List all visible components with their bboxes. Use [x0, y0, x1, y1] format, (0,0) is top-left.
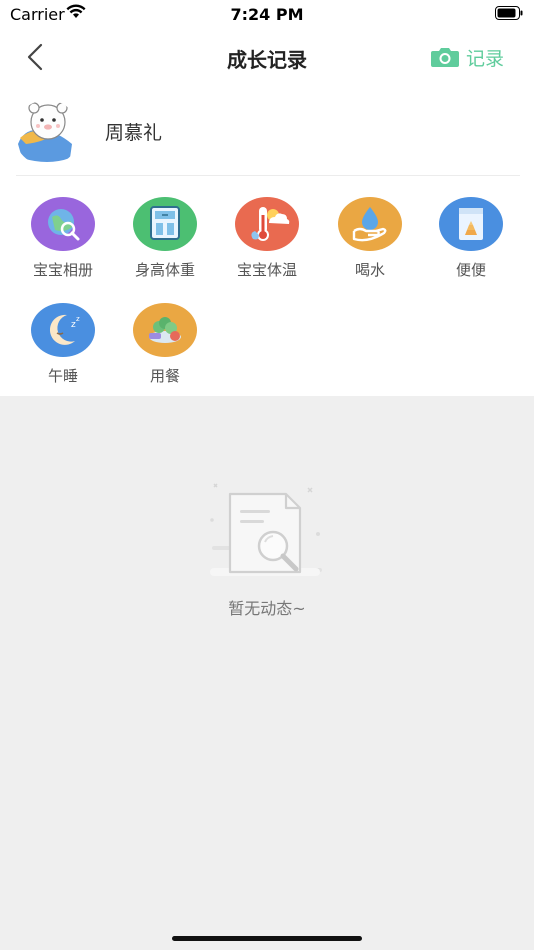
grid-item-height-weight[interactable]: 身高体重: [115, 197, 215, 297]
camera-icon: [431, 48, 459, 67]
navigation-bar: 成长记录 记录: [0, 30, 534, 84]
grid-item-nap[interactable]: z z 午睡: [13, 303, 113, 403]
empty-state-illustration: [200, 476, 330, 586]
document-search-icon: [210, 483, 322, 576]
clock: 7:24 PM: [230, 5, 304, 24]
grid-item-temperature[interactable]: 宝宝体温: [217, 197, 317, 297]
grid-label-height-weight: 身高体重: [134, 261, 195, 279]
record-label: 记录: [466, 47, 505, 70]
chevron-left-icon: [27, 43, 43, 71]
battery-icon: [495, 6, 523, 20]
svg-text:z: z: [76, 315, 80, 323]
moon-icon: z z: [31, 303, 95, 357]
child-profile[interactable]: 周慕礼: [0, 92, 534, 172]
grid-item-drink-water[interactable]: 喝水: [320, 197, 420, 297]
scale-icon: [133, 197, 197, 251]
grid-label-temperature: 宝宝体温: [236, 261, 297, 279]
grid-label-drink-water: 喝水: [354, 261, 385, 279]
grid-item-meal[interactable]: 用餐: [115, 303, 215, 403]
grid-label-potty: 便便: [455, 261, 486, 279]
bear-avatar-icon: [14, 100, 80, 166]
child-name: 周慕礼: [105, 122, 163, 144]
back-button[interactable]: [18, 40, 54, 76]
grid-label-nap: 午睡: [47, 367, 78, 385]
meal-icon: [133, 303, 197, 357]
empty-state-text: 暂无动态~: [228, 599, 306, 618]
home-indicator[interactable]: [172, 936, 362, 941]
divider: [16, 175, 520, 176]
avatar[interactable]: [14, 100, 80, 166]
status-bar: Carrier 7:24 PM: [0, 0, 534, 30]
grid-item-album[interactable]: 宝宝相册: [13, 197, 113, 297]
potty-icon: [439, 197, 503, 251]
album-icon: [31, 197, 95, 251]
thermometer-icon: [235, 197, 299, 251]
record-button[interactable]: 记录: [430, 42, 504, 72]
grid-item-potty[interactable]: 便便: [421, 197, 521, 297]
grid-label-album: 宝宝相册: [32, 261, 93, 279]
grid-label-meal: 用餐: [149, 367, 180, 385]
water-drop-icon: [338, 197, 402, 251]
